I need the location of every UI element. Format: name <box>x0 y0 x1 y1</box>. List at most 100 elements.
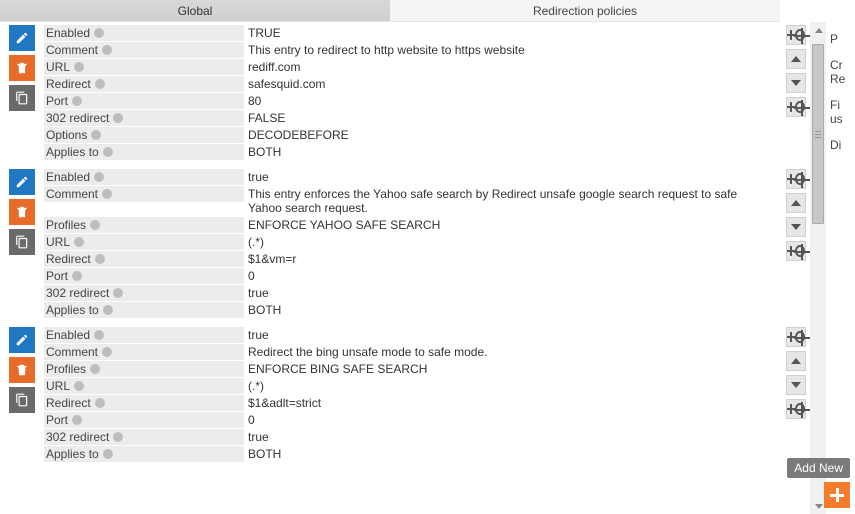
help-icon[interactable] <box>74 381 84 391</box>
move-up-button[interactable] <box>786 193 806 213</box>
help-icon[interactable] <box>72 271 82 281</box>
property-row: URL (.*) <box>44 234 778 250</box>
property-label: Applies to <box>44 302 244 318</box>
property-label: Comment <box>44 344 244 360</box>
property-row: Options DECODEBEFORE <box>44 127 778 143</box>
clone-button[interactable] <box>9 387 35 413</box>
scroll-track[interactable] <box>811 38 826 498</box>
property-row: Comment Redirect the bing unsafe mode to… <box>44 344 778 360</box>
property-label: Profiles <box>44 361 244 377</box>
delete-button[interactable] <box>9 357 35 383</box>
property-label: Enabled <box>44 169 244 185</box>
move-down-button[interactable] <box>786 217 806 237</box>
help-icon[interactable] <box>94 330 104 340</box>
entry-side-controls <box>782 327 810 423</box>
scroll-thumb[interactable] <box>812 44 824 224</box>
property-label: 302 redirect <box>44 285 244 301</box>
property-label: Enabled <box>44 25 244 41</box>
help-icon[interactable] <box>103 147 113 157</box>
move-up-button[interactable] <box>786 351 806 371</box>
property-label: Redirect <box>44 251 244 267</box>
move-down-button[interactable] <box>786 73 806 93</box>
property-value: TRUE <box>244 25 778 41</box>
help-icon[interactable] <box>94 28 104 38</box>
target-button-2[interactable] <box>786 241 806 261</box>
property-label: Port <box>44 268 244 284</box>
help-icon[interactable] <box>102 189 112 199</box>
property-value: 80 <box>244 93 778 109</box>
property-label: Redirect <box>44 395 244 411</box>
property-label: Options <box>44 127 244 143</box>
entry-actions <box>0 327 44 417</box>
property-value: true <box>244 285 778 301</box>
property-row: Applies to BOTH <box>44 144 778 160</box>
delete-button[interactable] <box>9 199 35 225</box>
property-row: Comment This entry enforces the Yahoo sa… <box>44 186 778 216</box>
property-label: Redirect <box>44 76 244 92</box>
help-icon[interactable] <box>113 432 123 442</box>
property-row: 302 redirect FALSE <box>44 110 778 126</box>
property-value: DECODEBEFORE <box>244 127 778 143</box>
property-label: Comment <box>44 42 244 58</box>
property-label: Profiles <box>44 217 244 233</box>
edit-button[interactable] <box>9 327 35 353</box>
target-button[interactable] <box>786 327 806 347</box>
help-icon[interactable] <box>90 220 100 230</box>
help-icon[interactable] <box>90 364 100 374</box>
clone-button[interactable] <box>9 229 35 255</box>
help-icon[interactable] <box>72 96 82 106</box>
edit-button[interactable] <box>9 169 35 195</box>
edit-button[interactable] <box>9 25 35 51</box>
help-icon[interactable] <box>95 254 105 264</box>
help-icon[interactable] <box>74 237 84 247</box>
property-label: URL <box>44 59 244 75</box>
target-button[interactable] <box>786 169 806 189</box>
tabs-bar: Global Redirection policies <box>0 0 780 22</box>
help-icon[interactable] <box>103 449 113 459</box>
help-icon[interactable] <box>103 305 113 315</box>
target-button-2[interactable] <box>786 399 806 419</box>
property-value: safesquid.com <box>244 76 778 92</box>
help-icon[interactable] <box>72 415 82 425</box>
scroll-up-button[interactable] <box>811 22 826 38</box>
property-row: URL (.*) <box>44 378 778 394</box>
entry-rows: Enabled true Comment Redirect the bing u… <box>44 327 782 463</box>
policy-entry: Enabled TRUE Comment This entry to redir… <box>0 25 810 161</box>
help-icon[interactable] <box>102 347 112 357</box>
help-icon[interactable] <box>113 113 123 123</box>
property-value: 0 <box>244 268 778 284</box>
help-icon[interactable] <box>113 288 123 298</box>
property-label: Enabled <box>44 327 244 343</box>
target-button[interactable] <box>786 25 806 45</box>
property-value: $1&adlt=strict <box>244 395 778 411</box>
entry-rows: Enabled true Comment This entry enforces… <box>44 169 782 319</box>
vertical-scrollbar[interactable] <box>810 22 826 514</box>
add-new-button[interactable] <box>824 482 850 508</box>
property-value: true <box>244 327 778 343</box>
move-up-button[interactable] <box>786 49 806 69</box>
property-label: 302 redirect <box>44 110 244 126</box>
help-icon[interactable] <box>95 398 105 408</box>
tab-global[interactable]: Global <box>0 0 390 21</box>
help-icon[interactable] <box>74 62 84 72</box>
property-row: 302 redirect true <box>44 429 778 445</box>
target-button-2[interactable] <box>786 97 806 117</box>
property-value: BOTH <box>244 302 778 318</box>
entry-side-controls <box>782 25 810 121</box>
property-label: Applies to <box>44 446 244 462</box>
property-row: 302 redirect true <box>44 285 778 301</box>
property-row: Port 0 <box>44 268 778 284</box>
help-icon[interactable] <box>95 79 105 89</box>
help-icon[interactable] <box>91 130 101 140</box>
clone-button[interactable] <box>9 85 35 111</box>
help-icon[interactable] <box>102 45 112 55</box>
property-label: Port <box>44 412 244 428</box>
help-icon[interactable] <box>94 172 104 182</box>
property-value: ENFORCE YAHOO SAFE SEARCH <box>244 217 778 233</box>
move-down-button[interactable] <box>786 375 806 395</box>
property-value: 0 <box>244 412 778 428</box>
tab-redirection-policies[interactable]: Redirection policies <box>390 0 780 21</box>
property-value: ENFORCE BING SAFE SEARCH <box>244 361 778 377</box>
property-value: true <box>244 429 778 445</box>
delete-button[interactable] <box>9 55 35 81</box>
